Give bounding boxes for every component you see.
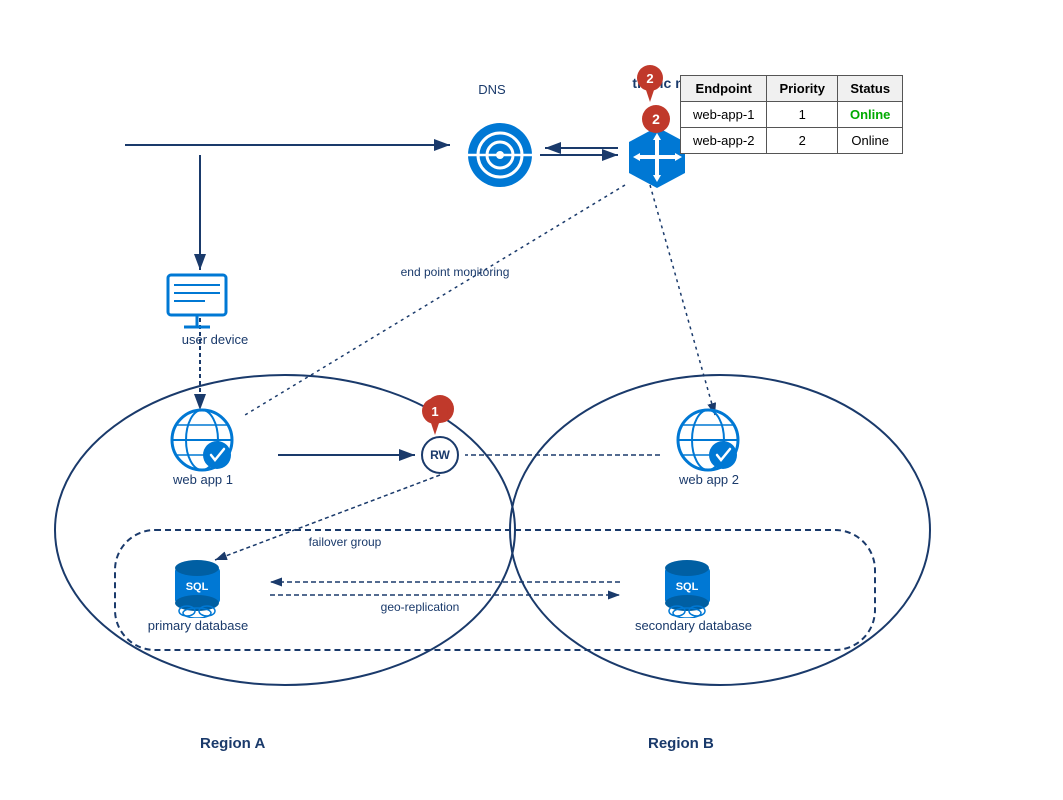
dns-icon <box>460 115 540 195</box>
endpoint-2: web-app-2 <box>681 128 767 154</box>
endpoint-monitoring-label: end point monitoring <box>360 265 550 279</box>
status-2: Online <box>837 128 902 154</box>
svg-text:SQL: SQL <box>186 581 209 593</box>
user-device-label: user device <box>170 332 260 347</box>
status-1: Online <box>837 102 902 128</box>
region-a-label: Region A <box>200 735 265 752</box>
table-row: web-app-1 1 Online <box>681 102 903 128</box>
table-header-endpoint: Endpoint <box>681 76 767 102</box>
secondary-database-label: secondary database <box>626 618 761 633</box>
diagram: DNS 2 traffic manager <box>0 0 1063 800</box>
web-app-2-icon <box>668 400 748 480</box>
table-header-priority: Priority <box>767 76 838 102</box>
geo-replication-label: geo-replication <box>340 600 500 614</box>
web-app-1-icon <box>162 400 242 480</box>
priority-1: 1 <box>767 102 838 128</box>
rw-circle: RW <box>421 436 459 474</box>
svg-text:1: 1 <box>431 404 438 419</box>
dns-label: DNS <box>452 82 532 97</box>
web-app-1-label: web app 1 <box>158 472 248 487</box>
secondary-sql-icon: SQL <box>648 548 728 623</box>
traffic-manager-table: Endpoint Priority Status web-app-1 1 Onl… <box>680 75 903 154</box>
user-device-icon <box>152 268 242 338</box>
svg-text:2: 2 <box>646 71 653 86</box>
table-header-status: Status <box>837 76 902 102</box>
priority-2: 2 <box>767 128 838 154</box>
svg-text:SQL: SQL <box>676 581 699 593</box>
primary-database-label: primary database <box>138 618 258 633</box>
failover-group-label: failover group <box>270 535 420 549</box>
endpoint-1: web-app-1 <box>681 102 767 128</box>
region-b-label: Region B <box>648 735 714 752</box>
table-row: web-app-2 2 Online <box>681 128 903 154</box>
web-app-2-label: web app 2 <box>664 472 754 487</box>
primary-sql-icon: SQL <box>158 548 238 623</box>
